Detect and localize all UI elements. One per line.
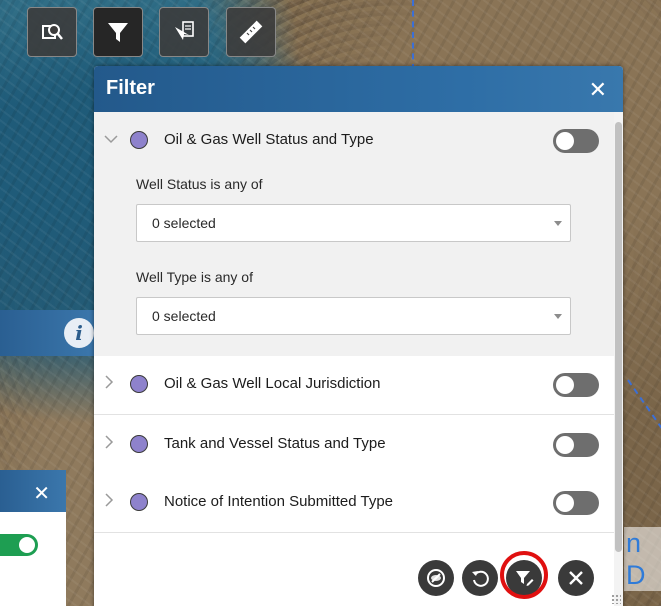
filter-layer-label: Notice of Intention Submitted Type	[164, 493, 394, 510]
filter-layer-row[interactable]: Notice of Intention Submitted Type	[94, 474, 614, 533]
filter-layer-label: Oil & Gas Well Local Jurisdiction	[164, 375, 381, 392]
filter-layer-row[interactable]: Oil & Gas Well Local Jurisdiction	[94, 356, 614, 415]
field-label: Well Status is any of	[136, 176, 263, 192]
layer-symbol-icon	[130, 435, 148, 453]
scrollbar-thumb[interactable]	[615, 122, 622, 552]
caret-down-icon	[554, 221, 562, 226]
close-icon[interactable]: ✕	[589, 77, 607, 103]
resize-grip-icon[interactable]	[611, 594, 621, 604]
highlight-ring	[500, 551, 548, 599]
partial-layer-panel-header: ✕	[0, 470, 66, 512]
filter-layer-label: Oil & Gas Well Status and Type	[164, 131, 374, 148]
reset-icon	[472, 570, 489, 587]
chevron-right-icon[interactable]	[104, 435, 114, 453]
panel-title: Filter	[106, 77, 155, 99]
filter-panel-header: Filter ✕	[94, 66, 623, 112]
caret-down-icon	[554, 314, 562, 319]
turn-off-filters-button[interactable]	[418, 560, 454, 596]
filter-icon	[108, 23, 128, 42]
layer-symbol-icon	[130, 493, 148, 511]
chevron-right-icon[interactable]	[104, 375, 114, 393]
panel-scrollbar[interactable]	[614, 112, 623, 606]
close-icon[interactable]: ✕	[33, 481, 50, 506]
close-filters-button[interactable]	[558, 560, 594, 596]
filter-tool-button[interactable]	[93, 7, 143, 57]
map-boundary-line	[412, 0, 414, 70]
field-label: Well Type is any of	[136, 269, 253, 285]
filter-layer-row[interactable]: Tank and Vessel Status and Type	[94, 416, 614, 475]
turn-off-filters-icon	[427, 569, 445, 587]
well-status-select[interactable]: 0 selected	[136, 204, 571, 242]
close-circle-icon	[569, 571, 583, 585]
layer-symbol-icon	[130, 131, 148, 149]
filter-layer-label: Tank and Vessel Status and Type	[164, 435, 386, 452]
reset-button[interactable]	[462, 560, 498, 596]
filter-toggle[interactable]	[553, 433, 599, 457]
filter-toggle[interactable]	[553, 373, 599, 397]
filter-toggle[interactable]	[553, 491, 599, 515]
select-tool-button[interactable]	[159, 7, 209, 57]
layer-search-button[interactable]	[27, 7, 77, 57]
select-value: 0 selected	[152, 308, 216, 324]
partial-layer-panel: ✕	[0, 470, 66, 606]
filter-layer-header[interactable]: Oil & Gas Well Status and Type	[94, 112, 614, 170]
select-value: 0 selected	[152, 215, 216, 231]
filter-panel: Filter ✕ Oil & Gas Well Status and Type …	[94, 66, 623, 606]
select-tool-icon	[175, 21, 194, 40]
well-type-select[interactable]: 0 selected	[136, 297, 571, 335]
layer-symbol-icon	[130, 375, 148, 393]
measure-tool-button[interactable]	[226, 7, 276, 57]
map-place-label: n D	[624, 527, 661, 591]
chevron-right-icon[interactable]	[104, 493, 114, 511]
layer-toggle-on[interactable]	[0, 534, 38, 556]
measure-ruler-icon	[239, 20, 263, 44]
info-icon[interactable]: i	[64, 318, 94, 348]
chevron-down-icon[interactable]	[104, 131, 118, 148]
layer-search-icon	[42, 24, 63, 40]
filter-layer-expanded: Oil & Gas Well Status and Type Well Stat…	[94, 112, 614, 356]
filter-toggle[interactable]	[553, 129, 599, 153]
